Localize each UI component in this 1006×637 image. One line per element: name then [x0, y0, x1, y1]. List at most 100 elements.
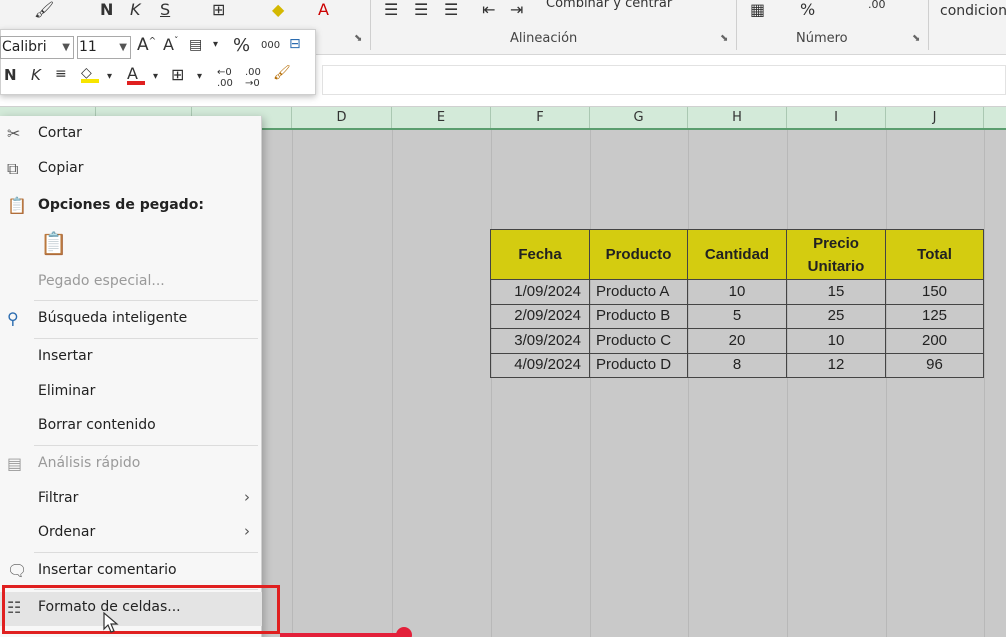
menu-item-label: Cortar — [38, 125, 82, 141]
cell[interactable]: 200 — [885, 328, 984, 354]
format-painter-icon[interactable]: 🖌 — [273, 65, 291, 81]
cell[interactable]: Producto A — [589, 279, 688, 305]
decrease-font-size-icon[interactable]: Aˇ — [163, 35, 178, 54]
menu-item-sort[interactable]: Ordenar › — [0, 517, 262, 549]
chevron-down-icon[interactable]: ▾ — [107, 71, 112, 82]
increase-indent-icon[interactable]: ⇥ — [510, 0, 523, 19]
increase-decimal-icon[interactable]: ←0.00 — [217, 67, 233, 89]
cell[interactable]: 20 — [687, 328, 787, 354]
percent-style-icon[interactable]: % — [233, 35, 250, 56]
cell[interactable]: 25 — [786, 303, 886, 329]
grid-line — [292, 130, 293, 637]
menu-item-filter[interactable]: Filtrar › — [0, 483, 262, 515]
borders-icon[interactable]: ⊞ — [212, 0, 225, 19]
cell[interactable]: 3/09/2024 — [490, 328, 590, 354]
align-right-icon[interactable]: ☰ — [444, 0, 458, 19]
conditional-format-button[interactable]: condicion — [940, 3, 1006, 19]
menu-item-label: Insertar comentario — [38, 562, 177, 578]
font-color-icon[interactable]: A — [318, 0, 329, 19]
cell[interactable]: 8 — [687, 352, 787, 378]
fill-color-icon[interactable]: ◆ — [272, 0, 284, 19]
cell-styles-icon[interactable]: ▤ — [189, 37, 202, 53]
percent-icon[interactable]: % — [800, 0, 815, 19]
menu-item-insert-comment[interactable]: 🗨 Insertar comentario — [0, 555, 262, 587]
cell[interactable]: 5 — [687, 303, 787, 329]
menu-item-paste-special[interactable]: Pegado especial... — [0, 266, 262, 298]
cell[interactable]: 10 — [687, 279, 787, 305]
menu-item-copy[interactable]: ⧉ Copiar — [0, 153, 262, 185]
bold-icon[interactable]: N — [100, 0, 113, 19]
menu-item-cut[interactable]: ✂ Cortar — [0, 118, 262, 150]
paste-option-button[interactable]: 📋 — [0, 224, 262, 264]
chevron-down-icon[interactable]: ▾ — [153, 71, 158, 82]
column-header-d[interactable]: D — [292, 107, 392, 128]
bold-button[interactable]: N — [4, 66, 17, 84]
cell[interactable]: 150 — [885, 279, 984, 305]
cell[interactable]: 15 — [786, 279, 886, 305]
formula-input[interactable] — [322, 65, 1006, 95]
column-header-h[interactable]: H — [688, 107, 787, 128]
underline-icon[interactable]: S — [160, 0, 170, 19]
header-cell-precio-unitario[interactable]: Precio Unitario — [786, 229, 886, 280]
cell[interactable]: 125 — [885, 303, 984, 329]
merge-center-button[interactable]: Combinar y centrar — [546, 0, 672, 11]
align-center-icon[interactable]: ☰ — [414, 0, 428, 19]
data-table[interactable]: Fecha Producto Cantidad Precio Unitario … — [490, 229, 984, 378]
font-name-select[interactable]: Calibri ▼ — [0, 36, 74, 59]
decrease-indent-icon[interactable]: ⇤ — [482, 0, 495, 19]
menu-item-quick-analysis[interactable]: ▤ Análisis rápido — [0, 448, 262, 480]
cell[interactable]: Producto D — [589, 352, 688, 378]
merge-icon[interactable]: ⊟ — [289, 36, 301, 52]
increase-font-size-icon[interactable]: A^ — [137, 35, 156, 55]
clipboard-icon: 📋 — [7, 196, 27, 215]
decimal-icon[interactable]: .00 — [868, 0, 886, 11]
mini-toolbar: Calibri ▼ 11 ▼ A^ Aˇ ▤ ▾ % 000 ⊟ N K ≡ ◇… — [0, 29, 316, 95]
column-header-i[interactable]: I — [787, 107, 886, 128]
column-header-e[interactable]: E — [392, 107, 491, 128]
number-dialog-launcher-icon[interactable]: ⬊ — [912, 33, 920, 44]
font-name-value: Calibri — [2, 39, 47, 55]
decrease-decimal-icon[interactable]: .00 →0 — [245, 67, 261, 89]
cell[interactable]: 10 — [786, 328, 886, 354]
menu-item-label: Filtrar — [38, 490, 79, 506]
header-cell-cantidad[interactable]: Cantidad — [687, 229, 787, 280]
column-header-f[interactable]: F — [491, 107, 590, 128]
chevron-down-icon[interactable]: ▾ — [213, 39, 218, 50]
italic-button[interactable]: K — [31, 66, 41, 84]
menu-item-smart-lookup[interactable]: ⚲ Búsqueda inteligente — [0, 303, 262, 335]
align-left-icon[interactable]: ☰ — [384, 0, 398, 19]
menu-item-insert[interactable]: Insertar — [0, 341, 262, 373]
column-header-j[interactable]: J — [886, 107, 984, 128]
cell[interactable]: 2/09/2024 — [490, 303, 590, 329]
chevron-down-icon[interactable]: ▾ — [197, 71, 202, 82]
chevron-right-icon: › — [244, 522, 250, 540]
chevron-down-icon: ▼ — [119, 42, 127, 53]
thousands-separator-icon[interactable]: 000 — [261, 40, 280, 51]
fill-color-icon[interactable]: ◇ — [81, 65, 99, 83]
menu-separator — [34, 552, 258, 553]
italic-icon[interactable]: K — [130, 0, 141, 19]
cell[interactable]: 12 — [786, 352, 886, 378]
font-size-select[interactable]: 11 ▼ — [77, 36, 131, 59]
header-cell-producto[interactable]: Producto — [589, 229, 688, 280]
align-center-icon[interactable]: ≡ — [55, 66, 67, 82]
font-dialog-launcher-icon[interactable]: ⬊ — [354, 33, 362, 44]
cell[interactable]: 96 — [885, 352, 984, 378]
cell[interactable]: 4/09/2024 — [490, 352, 590, 378]
header-cell-fecha[interactable]: Fecha — [490, 229, 590, 280]
menu-item-clear-contents[interactable]: Borrar contenido — [0, 410, 262, 442]
menu-item-label: Copiar — [38, 160, 84, 176]
grid-line — [590, 130, 591, 637]
font-color-icon[interactable]: A — [127, 64, 145, 85]
accounting-format-icon[interactable]: ▦ — [750, 0, 765, 19]
cell[interactable]: 1/09/2024 — [490, 279, 590, 305]
cell[interactable]: Producto C — [589, 328, 688, 354]
column-header-g[interactable]: G — [590, 107, 688, 128]
chevron-down-icon: ▼ — [62, 42, 70, 53]
format-painter-icon[interactable]: 🖌 — [34, 0, 54, 19]
cell[interactable]: Producto B — [589, 303, 688, 329]
menu-item-delete[interactable]: Eliminar — [0, 376, 262, 408]
borders-icon[interactable]: ⊞ — [171, 65, 184, 84]
alignment-dialog-launcher-icon[interactable]: ⬊ — [720, 33, 728, 44]
header-cell-total[interactable]: Total — [885, 229, 984, 280]
